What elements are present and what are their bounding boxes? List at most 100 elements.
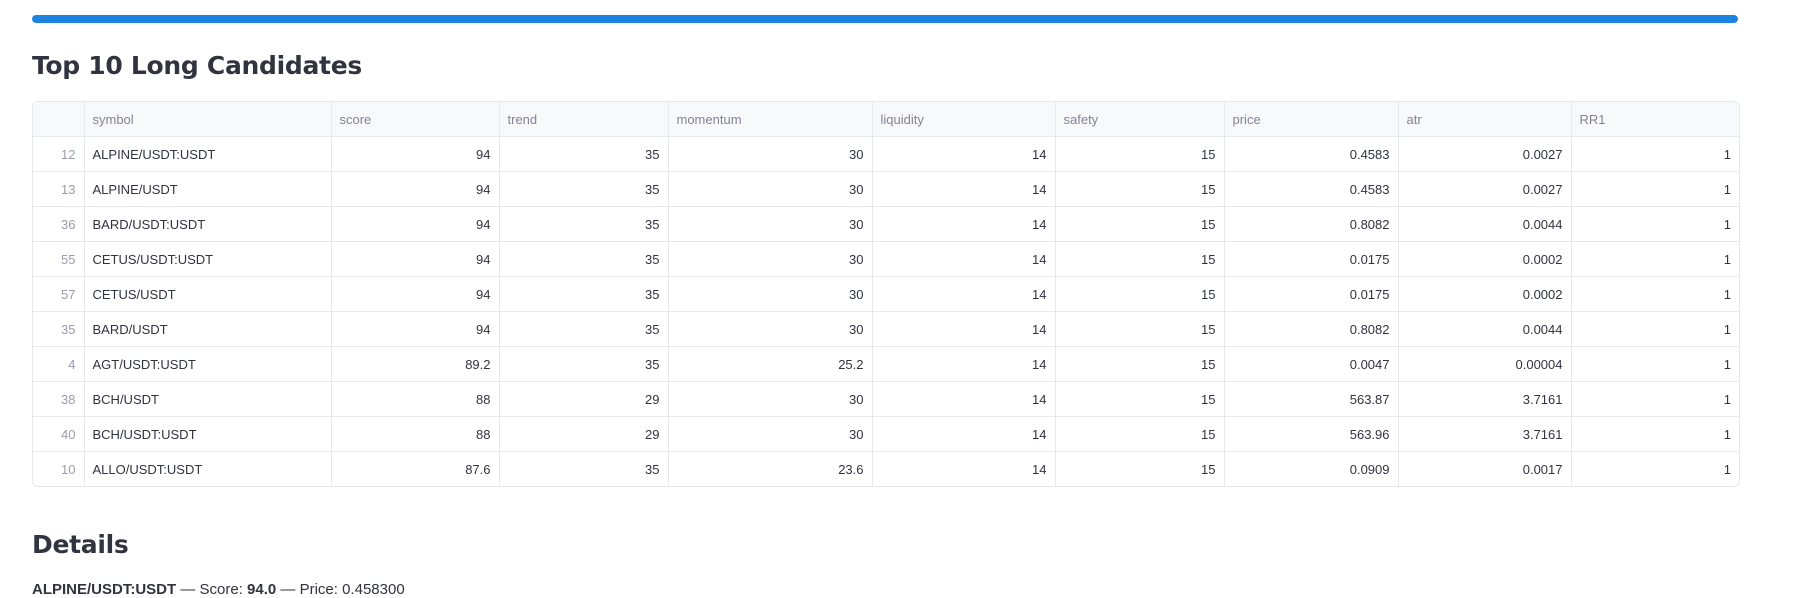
cell-rr1[interactable]: 1 — [1571, 206, 1739, 242]
cell-index[interactable]: 40 — [33, 416, 85, 452]
cell-rr1[interactable]: 1 — [1571, 136, 1739, 172]
cell-symbol[interactable]: CETUS/USDT:USDT — [84, 241, 332, 277]
cell-index[interactable]: 36 — [33, 206, 85, 242]
cell-rr1[interactable]: 1 — [1571, 381, 1739, 417]
table-row[interactable]: 10 ALLO/USDT:USDT 87.6 35 23.6 14 15 0.0909 0.00… — [33, 451, 1739, 487]
cell-index[interactable]: 4 — [33, 346, 85, 382]
cell-momentum[interactable]: 30 — [668, 381, 873, 417]
cell-trend[interactable]: 35 — [499, 311, 669, 347]
table-row[interactable]: 40 BCH/USDT:USDT 88 29 30 14 15 563.96 3.7161 1 — [33, 416, 1739, 452]
cell-momentum[interactable]: 30 — [668, 241, 873, 277]
cell-atr[interactable]: 0.0044 — [1398, 206, 1572, 242]
cell-liquidity[interactable]: 14 — [872, 206, 1056, 242]
cell-liquidity[interactable]: 14 — [872, 311, 1056, 347]
cell-trend[interactable]: 35 — [499, 346, 669, 382]
cell-symbol[interactable]: BARD/USDT — [84, 311, 332, 347]
column-header-score[interactable]: score — [331, 102, 500, 137]
cell-momentum[interactable]: 30 — [668, 171, 873, 207]
cell-atr[interactable]: 0.0027 — [1398, 136, 1572, 172]
table-row[interactable]: 55 CETUS/USDT:USDT 94 35 30 14 15 0.0175 0.0002 1 — [33, 241, 1739, 277]
cell-liquidity[interactable]: 14 — [872, 451, 1056, 486]
cell-atr[interactable]: 3.7161 — [1398, 416, 1572, 452]
cell-index[interactable]: 35 — [33, 311, 85, 347]
cell-score[interactable]: 94 — [331, 241, 500, 277]
cell-liquidity[interactable]: 14 — [872, 381, 1056, 417]
cell-safety[interactable]: 15 — [1055, 171, 1225, 207]
cell-trend[interactable]: 35 — [499, 136, 669, 172]
column-header-index[interactable] — [33, 102, 85, 137]
cell-symbol[interactable]: CETUS/USDT — [84, 276, 332, 312]
cell-rr1[interactable]: 1 — [1571, 346, 1739, 382]
table-row[interactable]: 12 ALPINE/USDT:USDT 94 35 30 14 15 0.4583 0.0027… — [33, 136, 1739, 172]
cell-momentum[interactable]: 25.2 — [668, 346, 873, 382]
cell-score[interactable]: 87.6 — [331, 451, 500, 486]
cell-liquidity[interactable]: 14 — [872, 346, 1056, 382]
cell-safety[interactable]: 15 — [1055, 346, 1225, 382]
cell-rr1[interactable]: 1 — [1571, 276, 1739, 312]
table-row[interactable]: 38 BCH/USDT 88 29 30 14 15 563.87 3.7161 1 — [33, 381, 1739, 417]
cell-price[interactable]: 0.4583 — [1224, 136, 1399, 172]
cell-momentum[interactable]: 30 — [668, 136, 873, 172]
column-header-momentum[interactable]: momentum — [668, 102, 873, 137]
column-header-safety[interactable]: safety — [1055, 102, 1225, 137]
cell-rr1[interactable]: 1 — [1571, 171, 1739, 207]
cell-price[interactable]: 563.87 — [1224, 381, 1399, 417]
cell-trend[interactable]: 35 — [499, 276, 669, 312]
cell-trend[interactable]: 29 — [499, 416, 669, 452]
cell-atr[interactable]: 0.0027 — [1398, 171, 1572, 207]
cell-safety[interactable]: 15 — [1055, 311, 1225, 347]
cell-trend[interactable]: 35 — [499, 171, 669, 207]
cell-symbol[interactable]: ALLO/USDT:USDT — [84, 451, 332, 486]
cell-price[interactable]: 0.0175 — [1224, 276, 1399, 312]
table-row[interactable]: 13 ALPINE/USDT 94 35 30 14 15 0.4583 0.0027 1 — [33, 171, 1739, 207]
cell-liquidity[interactable]: 14 — [872, 171, 1056, 207]
cell-momentum[interactable]: 30 — [668, 416, 873, 452]
cell-safety[interactable]: 15 — [1055, 276, 1225, 312]
cell-price[interactable]: 0.8082 — [1224, 311, 1399, 347]
cell-safety[interactable]: 15 — [1055, 206, 1225, 242]
cell-symbol[interactable]: BCH/USDT — [84, 381, 332, 417]
column-header-rr1[interactable]: RR1 — [1571, 102, 1739, 137]
cell-atr[interactable]: 0.0044 — [1398, 311, 1572, 347]
cell-safety[interactable]: 15 — [1055, 241, 1225, 277]
cell-price[interactable]: 563.96 — [1224, 416, 1399, 452]
cell-atr[interactable]: 0.0002 — [1398, 241, 1572, 277]
cell-rr1[interactable]: 1 — [1571, 311, 1739, 347]
cell-index[interactable]: 13 — [33, 171, 85, 207]
cell-score[interactable]: 94 — [331, 136, 500, 172]
cell-safety[interactable]: 15 — [1055, 416, 1225, 452]
cell-symbol[interactable]: AGT/USDT:USDT — [84, 346, 332, 382]
cell-trend[interactable]: 35 — [499, 206, 669, 242]
table-row[interactable]: 35 BARD/USDT 94 35 30 14 15 0.8082 0.0044 1 — [33, 311, 1739, 347]
cell-momentum[interactable]: 30 — [668, 206, 873, 242]
cell-liquidity[interactable]: 14 — [872, 241, 1056, 277]
column-header-trend[interactable]: trend — [499, 102, 669, 137]
cell-momentum[interactable]: 30 — [668, 311, 873, 347]
cell-rr1[interactable]: 1 — [1571, 452, 1739, 487]
cell-score[interactable]: 94 — [331, 311, 500, 347]
cell-momentum[interactable]: 30 — [668, 276, 873, 312]
table-row[interactable]: 4 AGT/USDT:USDT 89.2 35 25.2 14 15 0.0047 0.0000… — [33, 346, 1739, 382]
cell-safety[interactable]: 15 — [1055, 136, 1225, 172]
cell-symbol[interactable]: BCH/USDT:USDT — [84, 416, 332, 452]
column-header-liquidity[interactable]: liquidity — [872, 102, 1056, 137]
cell-symbol[interactable]: ALPINE/USDT — [84, 171, 332, 207]
cell-momentum[interactable]: 23.6 — [668, 451, 873, 486]
table-row[interactable]: 36 BARD/USDT:USDT 94 35 30 14 15 0.8082 0.0044 1 — [33, 206, 1739, 242]
cell-atr[interactable]: 0.0017 — [1398, 451, 1572, 486]
cell-score[interactable]: 94 — [331, 206, 500, 242]
table-row[interactable]: 57 CETUS/USDT 94 35 30 14 15 0.0175 0.0002 1 — [33, 276, 1739, 312]
cell-liquidity[interactable]: 14 — [872, 136, 1056, 172]
cell-score[interactable]: 89.2 — [331, 346, 500, 382]
cell-symbol[interactable]: ALPINE/USDT:USDT — [84, 136, 332, 172]
cell-atr[interactable]: 0.00004 — [1398, 346, 1572, 382]
column-header-atr[interactable]: atr — [1398, 102, 1572, 137]
candidates-table[interactable]: symbol score trend momentum liquidity sa… — [32, 101, 1740, 487]
cell-price[interactable]: 0.4583 — [1224, 171, 1399, 207]
cell-price[interactable]: 0.0909 — [1224, 451, 1399, 486]
cell-index[interactable]: 55 — [33, 241, 85, 277]
cell-symbol[interactable]: BARD/USDT:USDT — [84, 206, 332, 242]
cell-atr[interactable]: 3.7161 — [1398, 381, 1572, 417]
cell-trend[interactable]: 35 — [499, 451, 669, 486]
cell-price[interactable]: 0.8082 — [1224, 206, 1399, 242]
